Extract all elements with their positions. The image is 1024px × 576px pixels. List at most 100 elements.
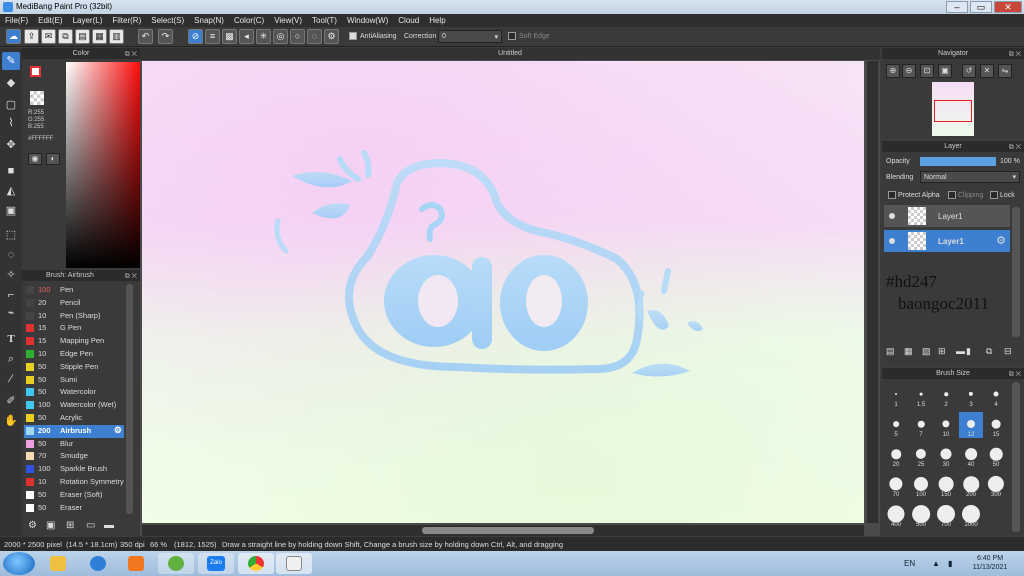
menu-edit[interactable]: Edit(E): [33, 14, 67, 27]
brush-size-option[interactable]: 70: [884, 472, 908, 498]
canvas-horizontal-scrollbar[interactable]: [142, 525, 864, 536]
panel-icon[interactable]: ▥: [109, 29, 124, 44]
brush-item[interactable]: 50 Blur: [24, 438, 124, 451]
document-tab[interactable]: Untitled: [140, 48, 880, 60]
fill-tool-icon[interactable]: ◭: [2, 182, 20, 200]
shape-tool-icon[interactable]: ■: [2, 162, 20, 180]
brush-size-option[interactable]: 1: [884, 382, 908, 408]
menu-view[interactable]: View(V): [269, 14, 307, 27]
dot-tool-icon[interactable]: ▢: [2, 96, 20, 114]
menu-tool[interactable]: Tool(T): [307, 14, 342, 27]
brush-item[interactable]: 50 Sumi: [24, 374, 124, 387]
antialiasing-checkbox[interactable]: [349, 32, 357, 40]
brush-item[interactable]: 50 Eraser: [24, 502, 124, 515]
lasso-tool-icon[interactable]: ◌: [2, 246, 20, 264]
brush-copy-icon[interactable]: ▭: [86, 520, 95, 531]
brush-size-option[interactable]: 300: [984, 472, 1008, 498]
select-pen-icon[interactable]: ⌇: [2, 114, 20, 132]
brush-size-option[interactable]: 200: [959, 472, 983, 498]
brush-size-option[interactable]: 100: [909, 472, 933, 498]
move-tool-icon[interactable]: ✥: [2, 136, 20, 154]
blending-dropdown[interactable]: Normal ▾: [920, 171, 1020, 183]
snap-crosshatch-icon[interactable]: ▩: [222, 29, 237, 44]
snap-circle-icon[interactable]: ○: [290, 29, 305, 44]
visibility-icon[interactable]: [889, 213, 895, 219]
taskbar-app[interactable]: [158, 553, 194, 574]
merge-layer-icon[interactable]: ⊟: [1004, 346, 1012, 357]
zoom-in-icon[interactable]: ⊕: [886, 64, 900, 78]
taskbar-media[interactable]: [118, 553, 154, 574]
taskbar-ie[interactable]: [80, 553, 116, 574]
primary-color-swatch[interactable]: [30, 66, 41, 77]
menu-filter[interactable]: Filter(R): [107, 14, 146, 27]
correction-dropdown[interactable]: 0 ▾: [438, 30, 502, 43]
brush-size-option[interactable]: 12: [959, 412, 983, 438]
brush-size-option[interactable]: 3: [959, 382, 983, 408]
duplicate-layer-icon[interactable]: ⧉: [986, 346, 992, 357]
brush-item[interactable]: 20 Pencil: [24, 297, 124, 310]
rotate-reset-icon[interactable]: ✕: [980, 64, 994, 78]
brush-folder-icon[interactable]: ▬: [104, 520, 114, 531]
grid-icon[interactable]: ▦: [92, 29, 107, 44]
snap-settings-icon[interactable]: ⚙: [324, 29, 339, 44]
brush-size-option[interactable]: 400: [884, 502, 908, 528]
brush-size-option[interactable]: 50: [984, 442, 1008, 468]
brush-size-scrollbar[interactable]: [1012, 382, 1020, 532]
visibility-icon[interactable]: [889, 238, 895, 244]
layer-item[interactable]: Layer1 ⚙: [884, 230, 1010, 252]
text-tool-icon[interactable]: T: [2, 330, 20, 348]
transparent-color-swatch[interactable]: [30, 91, 44, 105]
layer-item[interactable]: Layer1: [884, 205, 1010, 227]
panel-close-icon[interactable]: ⧉ ✕: [1009, 369, 1021, 380]
brush-size-option[interactable]: 500: [909, 502, 933, 528]
protect-alpha-checkbox[interactable]: [888, 191, 896, 199]
palette-icon[interactable]: ◉: [28, 153, 42, 165]
brush-add-menu-icon[interactable]: ⊞: [66, 520, 74, 531]
brush-item[interactable]: 50 Eraser (Soft): [24, 489, 124, 502]
brush-item[interactable]: 200 Airbrush ⚙: [24, 424, 124, 438]
fit-icon[interactable]: ⊡: [920, 64, 934, 78]
canvas[interactable]: [142, 61, 864, 523]
eyedropper-icon[interactable]: ⁄: [2, 370, 20, 388]
brush-item[interactable]: 70 Smudge: [24, 450, 124, 463]
upload-icon[interactable]: ⇪: [24, 29, 39, 44]
gradient-tool-icon[interactable]: ▣: [2, 202, 20, 220]
hand-tool-icon[interactable]: ✋: [2, 412, 20, 430]
flip-icon[interactable]: ⇋: [998, 64, 1012, 78]
brush-tool-icon[interactable]: ✎: [2, 52, 20, 70]
brush-size-option[interactable]: 2: [934, 382, 958, 408]
brush-item[interactable]: 50 Watercolor: [24, 386, 124, 399]
brush-size-option[interactable]: 40: [959, 442, 983, 468]
menu-layer[interactable]: Layer(L): [68, 14, 108, 27]
brush-size-option[interactable]: 7: [909, 412, 933, 438]
taskbar-explorer[interactable]: [40, 553, 76, 574]
snap-parallel-icon[interactable]: ≡: [205, 29, 220, 44]
saturation-value-picker[interactable]: [66, 62, 144, 268]
brush-item[interactable]: 15 G Pen: [24, 322, 124, 335]
menu-help[interactable]: Help: [424, 14, 450, 27]
network-icon[interactable]: ▮: [948, 559, 952, 568]
add-layer-menu-icon[interactable]: ⊞: [938, 346, 946, 357]
snap-concentric-icon[interactable]: ◎: [273, 29, 288, 44]
language-indicator[interactable]: EN: [904, 559, 915, 568]
menu-window[interactable]: Window(W): [342, 14, 393, 27]
brush-item[interactable]: 50 Acrylic: [24, 412, 124, 425]
taskbar-chrome[interactable]: [238, 553, 274, 574]
select-brush-icon[interactable]: ⌐: [2, 286, 20, 304]
brush-size-option[interactable]: 1.5: [909, 382, 933, 408]
snap-vanishing-icon[interactable]: ◂: [239, 29, 254, 44]
new-8bit-layer-icon[interactable]: ▧: [922, 346, 931, 357]
panel-close-icon[interactable]: ⧉ ✕: [125, 49, 137, 60]
divide-tool-icon[interactable]: ⌕: [2, 350, 20, 368]
new-halftone-layer-icon[interactable]: ▦: [904, 346, 913, 357]
lock-checkbox[interactable]: [990, 191, 998, 199]
brush-item[interactable]: 100 Pen: [24, 284, 124, 297]
brush-item[interactable]: 100 Sparkle Brush: [24, 463, 124, 476]
pen-tool-icon[interactable]: ✐: [2, 392, 20, 410]
select-eraser-icon[interactable]: ⌁: [2, 304, 20, 322]
panel-close-icon[interactable]: ⧉ ✕: [125, 271, 137, 282]
select-rect-icon[interactable]: ⬚: [2, 226, 20, 244]
taskbar-zalo[interactable]: Zalo: [198, 553, 234, 574]
brush-size-option[interactable]: 150: [934, 472, 958, 498]
soft-edge-checkbox[interactable]: [508, 32, 516, 40]
